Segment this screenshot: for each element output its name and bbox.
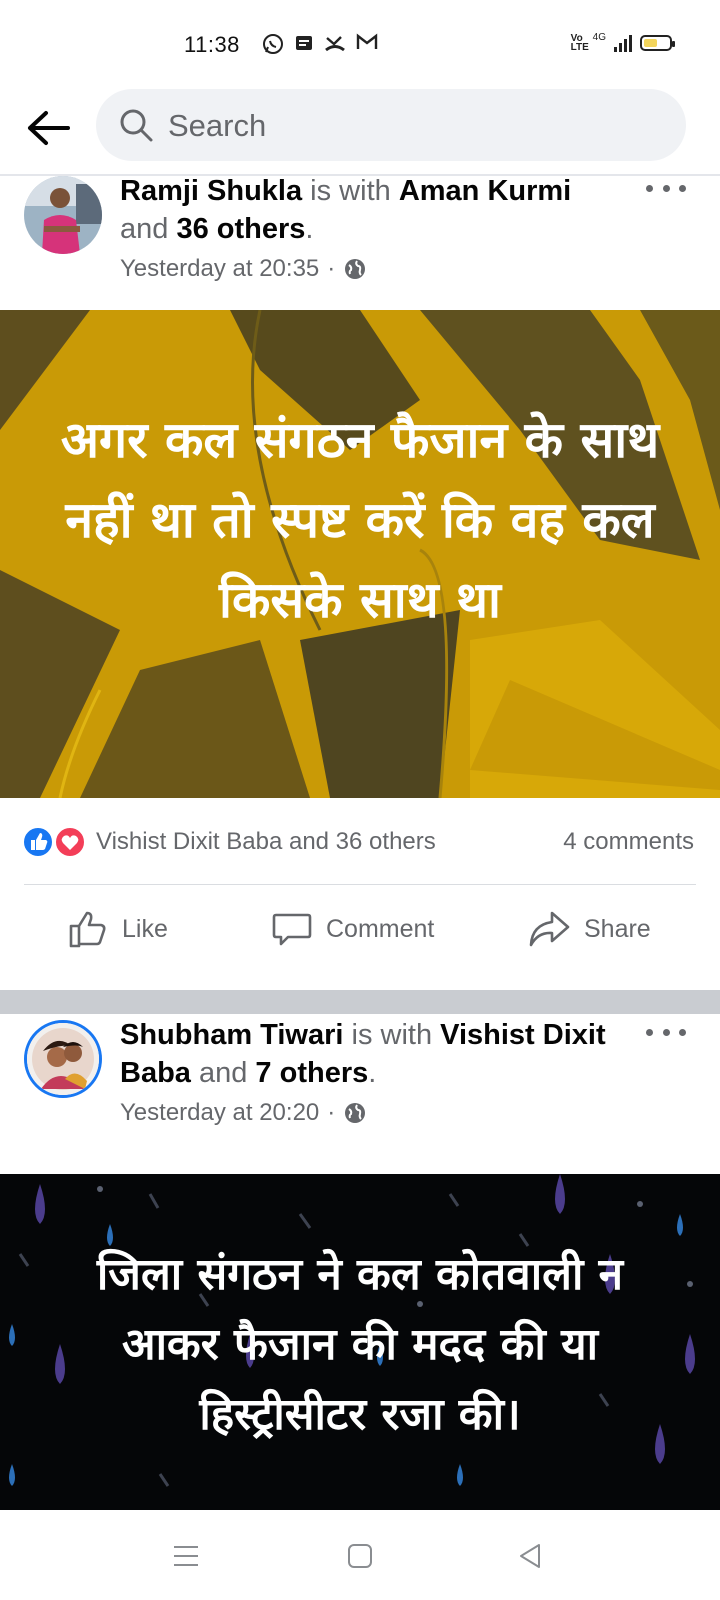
- avatar[interactable]: [24, 1020, 102, 1098]
- system-navigation-bar: [0, 1510, 720, 1600]
- whatsapp-icon: [263, 34, 283, 54]
- globe-icon: [345, 259, 366, 279]
- home-square-icon: [348, 1544, 372, 1568]
- meta-dot: ·: [327, 1099, 336, 1126]
- notification-icons: [262, 33, 378, 55]
- post-header: Shubham Tiwari is with Vishist Dixit Bab…: [120, 1016, 610, 1092]
- others-link[interactable]: 7 others: [255, 1057, 368, 1089]
- and-text: and: [190, 1057, 256, 1089]
- comment-icon: [272, 913, 312, 946]
- search-icon: [120, 109, 153, 142]
- post-background[interactable]: अगर कल संगठन फैजान के साथ नहीं था तो स्प…: [0, 310, 720, 798]
- reaction-summary[interactable]: Vishist Dixit Baba and 36 others: [96, 828, 436, 856]
- meta-dot: ·: [327, 255, 336, 282]
- signal-icon: [614, 34, 632, 52]
- post-text: अगर कल संगठन फैजान के साथ नहीं था तो स्प…: [60, 411, 660, 629]
- reactions-bar: Vishist Dixit Baba and 36 others 4 comme…: [0, 798, 720, 884]
- tagged-name[interactable]: Aman Kurmi: [399, 175, 571, 207]
- others-link[interactable]: 36 others: [176, 213, 305, 245]
- avatar-image: [27, 1023, 99, 1095]
- system-indicators: Vo LTE 4G: [570, 31, 675, 53]
- avatar[interactable]: [24, 176, 102, 254]
- network-type: 4G: [592, 31, 606, 43]
- search-input[interactable]: [166, 89, 650, 163]
- and-text: and: [120, 213, 177, 245]
- post-time[interactable]: Yesterday at 20:35: [120, 255, 319, 283]
- post: Ramji Shukla is with Aman Kurmi and 36 o…: [0, 175, 720, 972]
- post-background[interactable]: जिला संगठन ने कल कोतवाली न आकर फैजान की …: [0, 1174, 720, 1510]
- gmail-icon: [356, 33, 378, 49]
- action-bar: Like Comment Share: [0, 886, 720, 972]
- status-time: 11:38: [184, 32, 240, 57]
- menu-icon: [174, 1546, 198, 1566]
- more-options-button[interactable]: [646, 1020, 686, 1044]
- post-meta: Yesterday at 20:35 ·: [120, 255, 367, 283]
- missed-call-icon: [325, 36, 345, 52]
- reaction-icons[interactable]: [22, 826, 86, 858]
- share-label: Share: [584, 914, 651, 943]
- message-icon: [296, 36, 312, 50]
- author-name[interactable]: Ramji Shukla: [120, 175, 302, 207]
- battery-icon: [640, 35, 675, 51]
- post-text: जिला संगठन ने कल कोतवाली न आकर फैजान की …: [96, 1249, 624, 1440]
- comment-label: Comment: [326, 914, 435, 943]
- search-bar[interactable]: [96, 89, 686, 163]
- like-button[interactable]: Like: [68, 886, 168, 972]
- more-options-button[interactable]: [646, 176, 686, 200]
- top-bar: [0, 80, 720, 176]
- post: Shubham Tiwari is with Vishist Dixit Bab…: [0, 1014, 720, 1510]
- comment-button[interactable]: Comment: [272, 886, 434, 972]
- globe-icon: [345, 1103, 366, 1123]
- post-meta: Yesterday at 20:20 ·: [120, 1099, 367, 1127]
- post-time[interactable]: Yesterday at 20:20: [120, 1099, 319, 1127]
- back-triangle-icon: [520, 1544, 540, 1568]
- back-nav-button[interactable]: [510, 1538, 550, 1574]
- share-icon: [529, 911, 570, 947]
- home-nav-button[interactable]: [340, 1538, 380, 1574]
- back-arrow-icon: [28, 111, 70, 145]
- post-header: Ramji Shukla is with Aman Kurmi and 36 o…: [120, 172, 610, 248]
- like-label: Like: [122, 914, 168, 943]
- post-separator: [0, 990, 720, 1014]
- end-text: .: [368, 1057, 377, 1089]
- divider: [24, 884, 696, 885]
- with-text: is with: [302, 175, 399, 207]
- author-name[interactable]: Shubham Tiwari: [120, 1019, 343, 1051]
- menu-nav-button[interactable]: [166, 1538, 206, 1574]
- with-text: is with: [343, 1019, 441, 1051]
- volte-indicator: Vo LTE: [570, 33, 589, 53]
- back-button[interactable]: [22, 102, 74, 154]
- end-text: .: [305, 213, 314, 245]
- status-bar: 11:38 Vo LTE 4G: [0, 0, 720, 80]
- avatar-image: [24, 176, 102, 254]
- comments-count[interactable]: 4 comments: [563, 828, 694, 856]
- like-icon: [69, 911, 106, 948]
- share-button[interactable]: Share: [528, 886, 651, 972]
